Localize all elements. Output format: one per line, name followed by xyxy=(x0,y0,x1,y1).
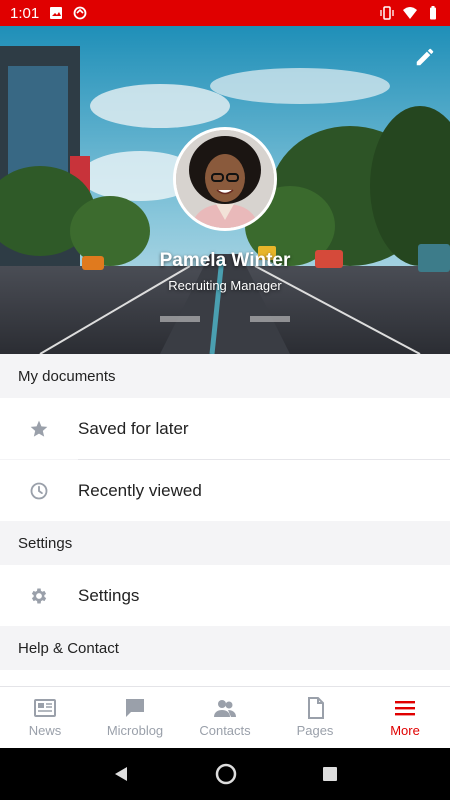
saved-for-later-row[interactable]: Saved for later xyxy=(0,398,450,459)
nav-label-news: News xyxy=(28,723,62,738)
nav-label-pages: Pages xyxy=(296,723,334,738)
nav-label-contacts: Contacts xyxy=(199,723,251,738)
pencil-icon[interactable] xyxy=(414,46,436,68)
star-icon xyxy=(30,420,48,437)
nav-item-contacts[interactable]: Contacts xyxy=(180,687,270,748)
wifi-icon xyxy=(403,7,417,19)
section-header-settings: Settings xyxy=(0,521,450,565)
chat-icon xyxy=(126,699,144,717)
avatar-photo xyxy=(176,130,274,228)
help-row-partial xyxy=(0,670,450,686)
avatar[interactable] xyxy=(173,127,277,231)
gear-icon xyxy=(31,588,47,603)
section-header-help: Help & Contact xyxy=(0,626,450,670)
nav-label-microblog: Microblog xyxy=(106,723,164,738)
nav-item-news[interactable]: News xyxy=(0,687,90,748)
vibrate-icon xyxy=(380,6,394,20)
profile-header: Pamela Winter Recruiting Manager xyxy=(0,26,450,354)
status-time: 1:01 xyxy=(10,4,40,22)
nav-item-microblog[interactable]: Microblog xyxy=(90,687,180,748)
newspaper-icon xyxy=(34,699,56,717)
settings-label: Settings xyxy=(78,585,140,605)
back-icon[interactable] xyxy=(112,765,130,783)
system-nav-bar xyxy=(0,748,450,800)
profile-name: Pamela Winter xyxy=(159,250,291,271)
clock-icon xyxy=(30,482,48,499)
recents-icon[interactable] xyxy=(322,766,338,782)
battery-icon xyxy=(430,6,436,20)
nav-label-more: More xyxy=(390,723,420,738)
bottom-nav: News Microblog Contacts Pages More xyxy=(0,686,450,748)
nav-item-pages[interactable]: Pages xyxy=(270,687,360,748)
profile-role: Recruiting Manager xyxy=(168,278,282,293)
pages-icon xyxy=(308,697,324,719)
saved-for-later-label: Saved for later xyxy=(78,418,189,438)
contacts-icon xyxy=(214,700,236,717)
home-icon[interactable] xyxy=(215,763,237,785)
nav-item-more[interactable]: More xyxy=(360,687,450,748)
menu-icon xyxy=(395,701,415,716)
recently-viewed-row[interactable]: Recently viewed xyxy=(0,460,450,521)
recently-viewed-label: Recently viewed xyxy=(78,480,202,500)
section-header-documents: My documents xyxy=(0,354,450,398)
sync-icon xyxy=(73,6,87,20)
settings-row[interactable]: Settings xyxy=(0,565,450,626)
image-icon xyxy=(50,7,63,19)
status-bar: 1:01 xyxy=(0,0,450,26)
